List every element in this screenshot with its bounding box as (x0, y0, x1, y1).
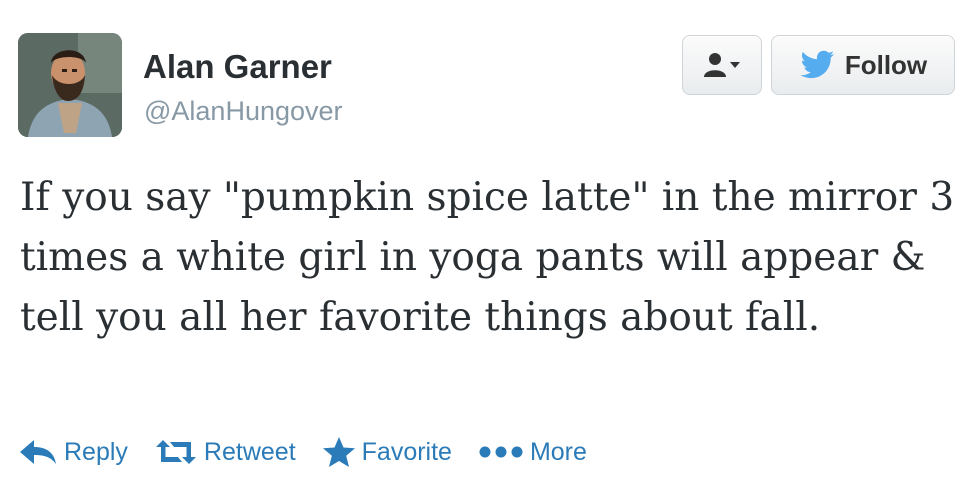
tweet-card: Alan Garner @AlanHungover Follow If you … (0, 0, 980, 493)
tweet-text: If you say "pumpkin spice latte" in the … (20, 175, 955, 340)
retweet-icon (155, 440, 196, 464)
follow-button[interactable]: Follow (771, 35, 955, 95)
retweet-label: Retweet (203, 437, 296, 466)
reply-arrow-icon (20, 440, 56, 464)
reply-label: Reply (64, 437, 128, 466)
more-action[interactable]: More (478, 438, 587, 467)
avatar[interactable] (18, 33, 122, 137)
more-dots-icon (479, 446, 523, 458)
reply-action[interactable]: Reply (18, 438, 128, 467)
user-menu-button[interactable] (682, 35, 762, 95)
follow-button-label: Follow (844, 49, 928, 80)
user-handle[interactable]: @AlanHungover (144, 96, 343, 127)
tweet-actions: Reply Retweet Favorite More (18, 432, 613, 472)
user-dropdown-icon (704, 53, 740, 77)
star-icon (322, 437, 355, 467)
favorite-label: Favorite (361, 437, 452, 466)
avatar-photo-icon (18, 33, 122, 137)
retweet-action[interactable]: Retweet (154, 438, 296, 467)
favorite-action[interactable]: Favorite (322, 436, 452, 468)
twitter-bird-icon (800, 50, 834, 79)
user-display-name[interactable]: Alan Garner (143, 48, 332, 86)
more-label: More (529, 437, 587, 466)
